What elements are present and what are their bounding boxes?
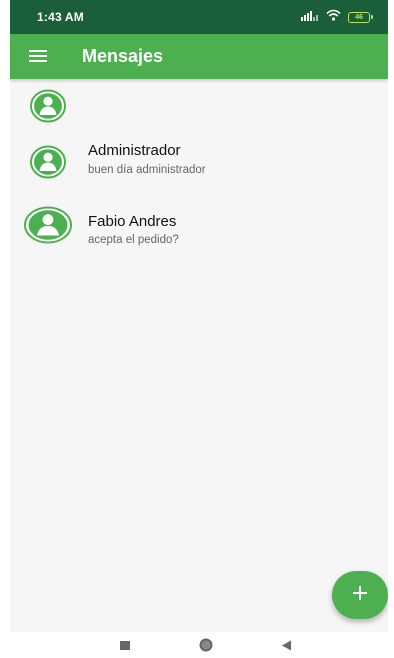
status-time: 1:43 AM: [37, 10, 84, 24]
message-item[interactable]: [10, 85, 388, 141]
back-triangle-icon[interactable]: [279, 637, 295, 653]
message-item[interactable]: Administrador buen día administrador: [10, 137, 388, 193]
phone-screen: 1:43 AM 46 Mensajes Administrador buen d…: [10, 0, 388, 632]
user-avatar-icon: [30, 145, 66, 184]
message-sender: Fabio Andres: [88, 213, 177, 230]
message-item[interactable]: Fabio Andres acepta el pedido?: [10, 206, 388, 262]
user-avatar-icon: [24, 206, 72, 249]
system-nav-bar: [0, 632, 394, 658]
new-message-button[interactable]: [332, 571, 388, 619]
wifi-icon: [326, 8, 341, 26]
app-bar: Mensajes: [10, 34, 388, 79]
message-sender: Administrador: [88, 142, 181, 159]
plus-icon: [352, 585, 368, 606]
battery-level: 46: [355, 13, 363, 21]
signal-icon: [301, 8, 319, 26]
circle-icon[interactable]: [198, 637, 214, 653]
message-preview: acepta el pedido?: [88, 234, 179, 246]
battery-icon: 46: [348, 11, 373, 23]
status-icons: 46: [301, 8, 373, 26]
status-bar: 1:43 AM 46: [10, 0, 388, 34]
user-avatar-icon: [30, 89, 66, 128]
message-preview: buen día administrador: [88, 164, 206, 176]
page-title: Mensajes: [82, 46, 164, 66]
square-icon[interactable]: [117, 637, 133, 653]
menu-icon[interactable]: [29, 47, 47, 65]
